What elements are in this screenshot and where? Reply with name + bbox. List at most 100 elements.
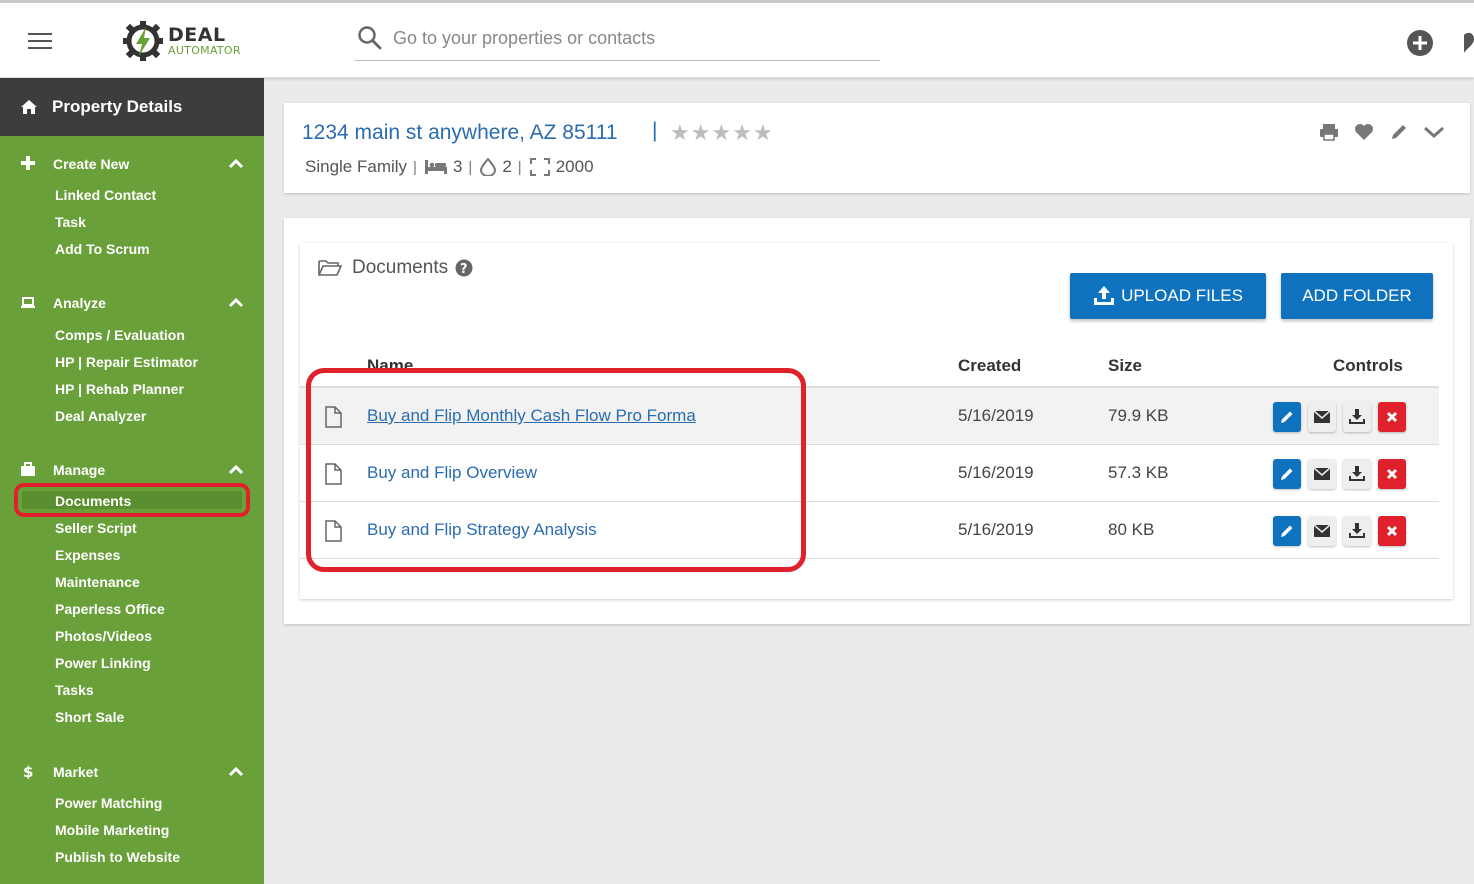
document-created: 5/16/2019 <box>958 463 1034 482</box>
chevron-up-icon[interactable] <box>228 296 244 308</box>
expand-icon <box>529 158 550 176</box>
sidebar-section-market[interactable]: $ Market <box>0 759 264 785</box>
dollar-icon: $ <box>23 763 33 779</box>
column-header-controls: Controls <box>1333 356 1403 375</box>
edit-button[interactable] <box>1273 459 1301 489</box>
section-label: Manage <box>53 462 106 478</box>
sidebar-item-rehab-planner[interactable]: HP | Rehab Planner <box>55 381 184 397</box>
add-circle-icon[interactable] <box>1406 29 1434 57</box>
table-row: Buy and Flip Strategy Analysis 5/16/2019… <box>300 502 1439 559</box>
heart-icon[interactable] <box>1460 29 1474 55</box>
document-name-link[interactable]: Buy and Flip Strategy Analysis <box>367 520 597 540</box>
star-icon[interactable]: ★ <box>753 121 773 145</box>
gear-bolt-logo-icon <box>123 21 163 61</box>
sidebar-item-short-sale[interactable]: Short Sale <box>55 709 124 725</box>
delete-button[interactable] <box>1378 516 1406 546</box>
upload-files-button[interactable]: UPLOAD FILES <box>1070 273 1266 319</box>
help-question-icon[interactable]: ? <box>455 259 473 277</box>
sidebar-item-documents[interactable]: Documents <box>55 493 131 509</box>
download-button[interactable] <box>1343 516 1371 546</box>
sidebar-section-analyze[interactable]: Analyze <box>0 290 264 316</box>
download-button[interactable] <box>1343 459 1371 489</box>
document-size: 57.3 KB <box>1108 463 1169 482</box>
annotation-highlight-documents <box>14 483 250 517</box>
property-address[interactable]: 1234 main st anywhere, AZ 85111 <box>302 121 618 145</box>
star-icon[interactable]: ★ <box>691 121 711 145</box>
meta-separator: | <box>517 158 522 176</box>
deal-automator-logo[interactable]: DEAL AUTOMATOR <box>122 19 272 63</box>
sidebar-item-paperless-office[interactable]: Paperless Office <box>55 601 165 617</box>
document-name-link[interactable]: Buy and Flip Monthly Cash Flow Pro Forma <box>367 406 696 426</box>
document-size: 79.9 KB <box>1108 406 1169 425</box>
sidebar-header[interactable]: Property Details <box>0 78 264 136</box>
sqft-value: 2000 <box>555 157 594 176</box>
sidebar-item-power-linking[interactable]: Power Linking <box>55 655 151 671</box>
sidebar-item-deal-analyzer[interactable]: Deal Analyzer <box>55 408 146 424</box>
pencil-icon <box>1281 525 1293 537</box>
plus-icon <box>21 156 35 170</box>
email-button[interactable] <box>1308 402 1336 432</box>
pencil-icon <box>1281 411 1293 423</box>
document-name-link[interactable]: Buy and Flip Overview <box>367 463 537 483</box>
meta-separator: | <box>413 158 417 176</box>
download-icon <box>1349 466 1365 481</box>
briefcase-icon <box>21 462 35 476</box>
sidebar-item-maintenance[interactable]: Maintenance <box>55 574 140 590</box>
documents-card: Documents ? UPLOAD FILES ADD FOLDER Name… <box>284 218 1470 624</box>
close-icon <box>1386 525 1398 537</box>
sidebar-item-publish-to-website[interactable]: Publish to Website <box>55 849 180 865</box>
sidebar-item-tasks[interactable]: Tasks <box>55 682 94 698</box>
email-button[interactable] <box>1308 459 1336 489</box>
star-icon[interactable]: ★ <box>670 121 690 145</box>
search-bar <box>355 21 880 61</box>
card-actions <box>1318 121 1445 143</box>
table-row: Buy and Flip Overview 5/16/2019 57.3 KB <box>300 445 1439 502</box>
delete-button[interactable] <box>1378 402 1406 432</box>
print-icon[interactable] <box>1318 121 1340 143</box>
edit-button[interactable] <box>1273 402 1301 432</box>
sidebar-section-manage[interactable]: Manage <box>0 457 264 483</box>
email-button[interactable] <box>1308 516 1336 546</box>
svg-text:$: $ <box>23 763 33 779</box>
upload-files-label: UPLOAD FILES <box>1121 286 1243 305</box>
edit-button[interactable] <box>1273 516 1301 546</box>
chevron-up-icon[interactable] <box>228 463 244 475</box>
star-rating[interactable]: ★ ★ ★ ★ ★ <box>670 121 773 145</box>
star-icon[interactable]: ★ <box>711 121 731 145</box>
sidebar-item-expenses[interactable]: Expenses <box>55 547 120 563</box>
sidebar-item-linked-contact[interactable]: Linked Contact <box>55 187 156 203</box>
svg-text:?: ? <box>460 262 468 277</box>
chevron-up-icon[interactable] <box>228 157 244 169</box>
beds-count: 3 <box>452 157 463 176</box>
favorite-heart-icon[interactable] <box>1353 121 1375 143</box>
delete-button[interactable] <box>1378 459 1406 489</box>
property-type: Single Family <box>305 157 408 176</box>
sidebar-item-repair-estimator[interactable]: HP | Repair Estimator <box>55 354 198 370</box>
chevron-down-icon[interactable] <box>1423 121 1445 143</box>
column-header-size[interactable]: Size <box>1108 356 1142 376</box>
sidebar-section-create-new[interactable]: Create New <box>0 151 264 177</box>
sidebar-item-comps-evaluation[interactable]: Comps / Evaluation <box>55 327 185 343</box>
chevron-up-icon[interactable] <box>228 765 244 777</box>
baths-count: 2 <box>502 157 512 176</box>
star-icon[interactable]: ★ <box>732 121 752 145</box>
sidebar-item-task[interactable]: Task <box>55 214 86 230</box>
sidebar: Property Details Create New Linked Conta… <box>0 78 264 884</box>
add-folder-button[interactable]: ADD FOLDER <box>1281 273 1433 319</box>
document-created: 5/16/2019 <box>958 520 1034 539</box>
meta-separator: | <box>468 158 473 176</box>
sidebar-item-seller-script[interactable]: Seller Script <box>55 520 137 536</box>
sidebar-item-power-matching[interactable]: Power Matching <box>55 795 162 811</box>
file-icon <box>325 406 342 428</box>
envelope-icon <box>1314 411 1330 423</box>
sidebar-item-mobile-marketing[interactable]: Mobile Marketing <box>55 822 169 838</box>
water-drop-icon <box>480 158 497 176</box>
sidebar-item-add-to-scrum[interactable]: Add To Scrum <box>55 241 150 257</box>
column-header-name[interactable]: Name <box>367 356 413 376</box>
column-header-created[interactable]: Created <box>958 356 1021 376</box>
hamburger-menu-icon[interactable] <box>28 33 52 51</box>
sidebar-item-photos-videos[interactable]: Photos/Videos <box>55 628 152 644</box>
download-button[interactable] <box>1343 402 1371 432</box>
edit-pencil-icon[interactable] <box>1388 121 1410 143</box>
search-input[interactable] <box>393 25 873 51</box>
